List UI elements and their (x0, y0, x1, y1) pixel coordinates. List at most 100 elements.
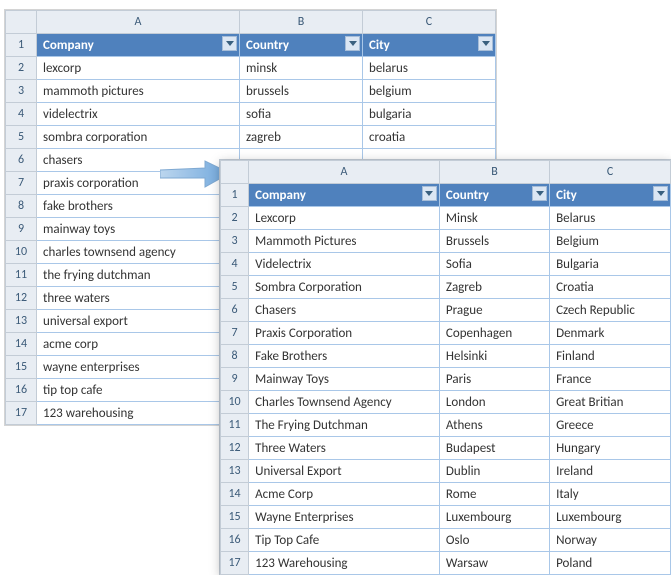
cell[interactable]: tip top cafe (37, 379, 240, 402)
cell[interactable]: Helsinki (439, 345, 549, 368)
cell[interactable]: Hungary (550, 437, 671, 460)
cell[interactable]: fake brothers (37, 195, 240, 218)
column-header-c[interactable]: C (550, 161, 671, 184)
cell[interactable]: acme corp (37, 333, 240, 356)
row-header[interactable]: 8 (221, 345, 249, 368)
row-header[interactable]: 14 (221, 483, 249, 506)
cell[interactable]: Croatia (550, 276, 671, 299)
cell[interactable]: Sofia (439, 253, 549, 276)
cell[interactable]: Brussels (439, 230, 549, 253)
table-header-city[interactable]: City (363, 34, 496, 57)
cell[interactable]: Warsaw (439, 552, 549, 575)
cell[interactable]: mammoth pictures (37, 80, 240, 103)
cell[interactable]: belgium (363, 80, 496, 103)
cell[interactable]: Videlectrix (249, 253, 440, 276)
cell[interactable]: sofia (240, 103, 363, 126)
row-header[interactable]: 4 (221, 253, 249, 276)
cell[interactable]: Oslo (439, 529, 549, 552)
cell[interactable]: Greece (550, 414, 671, 437)
cell[interactable]: Wayne Enterprises (249, 506, 440, 529)
table-header-company[interactable]: Company (249, 184, 440, 207)
cell[interactable]: Prague (439, 299, 549, 322)
row-header[interactable]: 5 (221, 276, 249, 299)
cell[interactable]: Athens (439, 414, 549, 437)
row-header[interactable]: 10 (221, 391, 249, 414)
row-header[interactable]: 16 (221, 529, 249, 552)
cell[interactable]: Acme Corp (249, 483, 440, 506)
cell[interactable]: Tip Top Cafe (249, 529, 440, 552)
column-header-b[interactable]: B (240, 11, 363, 34)
cell[interactable]: Fake Brothers (249, 345, 440, 368)
cell[interactable]: Ireland (550, 460, 671, 483)
row-header[interactable]: 7 (221, 322, 249, 345)
column-header-b[interactable]: B (439, 161, 549, 184)
row-header[interactable]: 1 (6, 34, 37, 57)
select-all-corner[interactable] (221, 161, 249, 184)
row-header[interactable]: 6 (221, 299, 249, 322)
row-header[interactable]: 2 (6, 57, 37, 80)
row-header[interactable]: 2 (221, 207, 249, 230)
cell[interactable]: Minsk (439, 207, 549, 230)
cell[interactable]: Norway (550, 529, 671, 552)
cell[interactable]: Czech Republic (550, 299, 671, 322)
row-header[interactable]: 13 (6, 310, 37, 333)
row-header[interactable]: 4 (6, 103, 37, 126)
cell[interactable]: London (439, 391, 549, 414)
row-header[interactable]: 6 (6, 149, 37, 172)
cell[interactable]: Dublin (439, 460, 549, 483)
row-header[interactable]: 9 (221, 368, 249, 391)
table-header-company[interactable]: Company (37, 34, 240, 57)
cell[interactable]: Budapest (439, 437, 549, 460)
cell[interactable]: lexcorp (37, 57, 240, 80)
column-header-a[interactable]: A (37, 11, 240, 34)
cell[interactable]: Luxembourg (439, 506, 549, 529)
cell[interactable]: 123 warehousing (37, 402, 240, 425)
cell[interactable]: Lexcorp (249, 207, 440, 230)
select-all-corner[interactable] (6, 11, 37, 34)
cell[interactable]: Great Britian (550, 391, 671, 414)
table-header-country[interactable]: Country (240, 34, 363, 57)
row-header[interactable]: 11 (221, 414, 249, 437)
cell[interactable]: universal export (37, 310, 240, 333)
row-header[interactable]: 5 (6, 126, 37, 149)
row-header[interactable]: 3 (6, 80, 37, 103)
cell[interactable]: charles townsend agency (37, 241, 240, 264)
row-header[interactable]: 11 (6, 264, 37, 287)
cell[interactable]: the frying dutchman (37, 264, 240, 287)
cell[interactable]: Paris (439, 368, 549, 391)
row-header[interactable]: 1 (221, 184, 249, 207)
row-header[interactable]: 12 (221, 437, 249, 460)
cell[interactable]: Copenhagen (439, 322, 549, 345)
cell[interactable]: sombra corporation (37, 126, 240, 149)
cell[interactable]: Rome (439, 483, 549, 506)
row-header[interactable]: 8 (6, 195, 37, 218)
filter-dropdown-icon[interactable] (345, 36, 360, 51)
filter-dropdown-icon[interactable] (222, 36, 237, 51)
cell[interactable]: zagreb (240, 126, 363, 149)
column-header-c[interactable]: C (363, 11, 496, 34)
cell[interactable]: belarus (363, 57, 496, 80)
cell[interactable]: minsk (240, 57, 363, 80)
cell[interactable]: Mainway Toys (249, 368, 440, 391)
cell[interactable]: Universal Export (249, 460, 440, 483)
cell[interactable]: Denmark (550, 322, 671, 345)
cell[interactable]: mainway toys (37, 218, 240, 241)
row-header[interactable]: 17 (221, 552, 249, 575)
cell[interactable]: Finland (550, 345, 671, 368)
cell[interactable]: France (550, 368, 671, 391)
cell[interactable]: Luxembourg (550, 506, 671, 529)
cell[interactable]: Bulgaria (550, 253, 671, 276)
cell[interactable]: Poland (550, 552, 671, 575)
cell[interactable]: Three Waters (249, 437, 440, 460)
filter-dropdown-icon[interactable] (478, 36, 493, 51)
cell[interactable]: Chasers (249, 299, 440, 322)
table-header-city[interactable]: City (550, 184, 671, 207)
row-header[interactable]: 17 (6, 402, 37, 425)
row-header[interactable]: 3 (221, 230, 249, 253)
cell[interactable]: The Frying Dutchman (249, 414, 440, 437)
cell[interactable]: Italy (550, 483, 671, 506)
cell[interactable]: wayne enterprises (37, 356, 240, 379)
cell[interactable]: Sombra Corporation (249, 276, 440, 299)
row-header[interactable]: 9 (6, 218, 37, 241)
cell[interactable]: bulgaria (363, 103, 496, 126)
